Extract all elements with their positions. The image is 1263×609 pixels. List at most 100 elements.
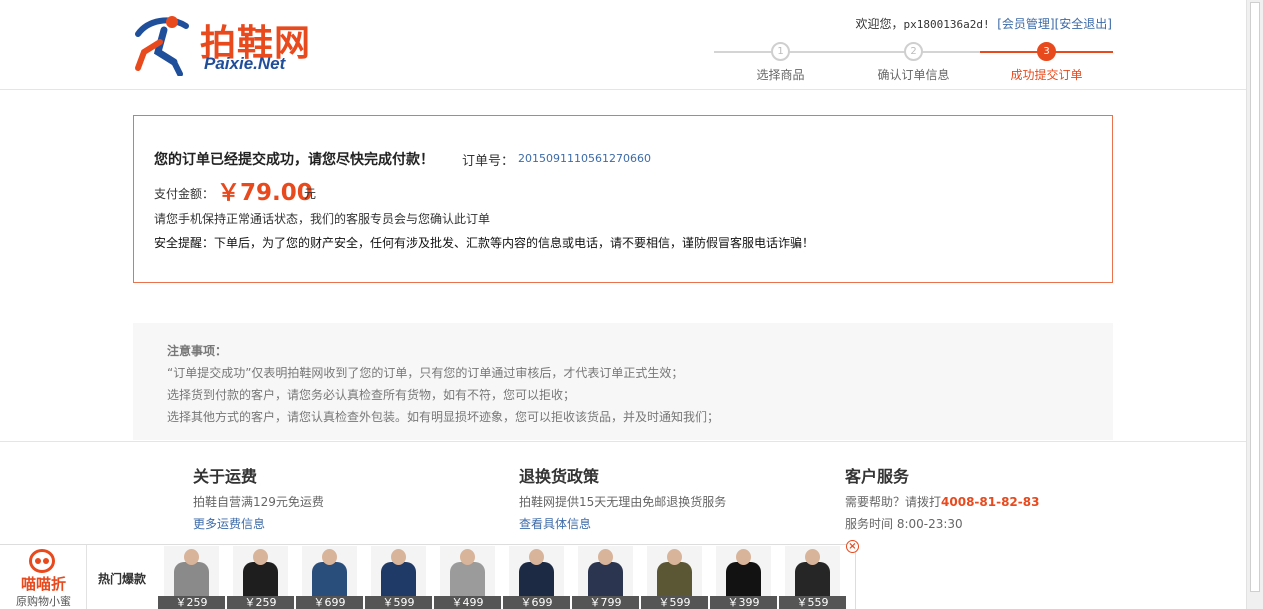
product-thumbnail[interactable]: ￥699: [296, 546, 363, 609]
product-image: [233, 546, 288, 596]
member-center-link[interactable]: [会员管理]: [997, 17, 1054, 31]
product-image: [785, 546, 840, 596]
payment-amount: ￥79.00: [217, 180, 313, 206]
product-thumbnail[interactable]: ￥599: [365, 546, 432, 609]
username: px1800136a2d!: [903, 18, 990, 31]
hot-products-bar: 喵喵折 原购物小蜜 热门爆款 ￥259 ￥259 ￥699 ￥599 ￥499 ￥699 ￥…: [0, 544, 856, 609]
footer-returns-text: 拍鞋网提供15天无理由免邮退换货服务: [519, 495, 727, 509]
brand-subtitle: 原购物小蜜: [16, 595, 71, 608]
product-price: ￥799: [572, 596, 639, 609]
step-submit-success: 3 成功提交订单: [980, 42, 1113, 86]
order-number-label: 订单号：: [462, 154, 515, 169]
model-head-shape: [736, 549, 751, 565]
jacket-shape: [243, 562, 278, 596]
footer-shipping-link[interactable]: 更多运费信息: [193, 515, 324, 532]
product-thumbnail[interactable]: ￥259: [227, 546, 294, 609]
product-price: ￥699: [503, 596, 570, 609]
product-image: [578, 546, 633, 596]
model-head-shape: [529, 549, 544, 565]
service-phone: 4008-81-82-83: [941, 495, 1040, 509]
footer-returns-title: 退换货政策: [519, 467, 600, 486]
order-success-title: 您的订单已经提交成功，请您尽快完成付款！: [154, 152, 434, 168]
product-price: ￥399: [710, 596, 777, 609]
model-head-shape: [391, 549, 406, 565]
service-help-text: 需要帮助？请拨打: [845, 495, 942, 509]
product-thumbnail[interactable]: ￥799: [572, 546, 639, 609]
model-head-shape: [598, 549, 613, 565]
model-head-shape: [184, 549, 199, 565]
product-thumbnail[interactable]: ￥699: [503, 546, 570, 609]
step-confirm-order: 2 确认订单信息: [847, 42, 980, 86]
product-price: ￥599: [641, 596, 708, 609]
brand-name: 喵喵折: [20, 575, 66, 593]
order-number: 2015091110561270660: [518, 152, 651, 165]
jacket-shape: [726, 562, 761, 596]
logo-text-en: Paixie.Net: [204, 54, 286, 73]
notes-line: 选择其他方式的客户，请您认真检查外包装。如有明显损坏迹象，您可以拒收该货品，并及…: [167, 410, 720, 424]
step-number: 2: [904, 42, 923, 61]
footer-shipping: 关于运费 拍鞋自营满129元免运费 更多运费信息: [193, 463, 324, 532]
welcome-text: 欢迎您，: [855, 17, 904, 31]
notes-panel: 注意事项： “订单提交成功”仅表明拍鞋网收到了您的订单，只有您的订单通过审核后，…: [133, 323, 1113, 440]
footer-divider: [0, 441, 1246, 442]
product-image: [647, 546, 702, 596]
welcome-bar: 欢迎您，px1800136a2d! [会员管理][安全退出]: [856, 15, 1113, 32]
product-image: [440, 546, 495, 596]
amount-unit: 元: [304, 187, 317, 201]
order-success-box: 您的订单已经提交成功，请您尽快完成付款！ 订单号： 20150911105612…: [133, 115, 1113, 283]
notes-line: “订单提交成功”仅表明拍鞋网收到了您的订单，只有您的订单通过审核后，才代表订单正…: [167, 366, 684, 380]
product-price: ￥599: [365, 596, 432, 609]
product-image: [302, 546, 357, 596]
site-logo[interactable]: 拍鞋网 Paixie.Net: [134, 12, 344, 76]
product-price: ￥699: [296, 596, 363, 609]
product-image: [716, 546, 771, 596]
product-image: [509, 546, 564, 596]
jacket-shape: [174, 562, 209, 596]
footer-shipping-title: 关于运费: [193, 467, 258, 486]
footer-service-title: 客户服务: [845, 467, 910, 486]
amount-label: 支付金额：: [154, 187, 215, 201]
page: 拍鞋网 Paixie.Net 欢迎您，px1800136a2d! [会员管理][…: [0, 0, 1263, 609]
scrollbar-thumb[interactable]: [1250, 2, 1260, 592]
footer-returns-link[interactable]: 查看具体信息: [519, 515, 726, 532]
header: 拍鞋网 Paixie.Net 欢迎您，px1800136a2d! [会员管理][…: [0, 0, 1246, 90]
footer-service-text: 需要帮助？请拨打4008-81-82-83: [845, 493, 1039, 510]
service-hours: 服务时间 8:00-23:30: [845, 517, 963, 531]
footer-service: 客户服务 需要帮助？请拨打4008-81-82-83 服务时间 8:00-23:…: [845, 463, 1039, 532]
jacket-shape: [519, 562, 554, 596]
product-image: [371, 546, 426, 596]
vertical-scrollbar[interactable]: [1246, 0, 1263, 609]
notes-line: 选择货到付款的客户，请您务必认真检查所有货物，如有不符，您可以拒收；: [167, 388, 576, 402]
step-label: 确认订单信息: [877, 68, 950, 82]
product-image: [164, 546, 219, 596]
product-price: ￥259: [227, 596, 294, 609]
order-progress-steps: 1 选择商品 2 确认订单信息 3 成功提交订单: [714, 42, 1113, 86]
miaomiaozhe-logo[interactable]: 喵喵折 原购物小蜜: [0, 545, 87, 609]
model-head-shape: [667, 549, 682, 565]
close-icon[interactable]: ×: [846, 540, 859, 553]
product-thumbnail[interactable]: ￥399: [710, 546, 777, 609]
notes-title: 注意事项：: [167, 344, 228, 358]
product-thumbnail[interactable]: ￥599: [641, 546, 708, 609]
cat-face-icon: [29, 549, 55, 573]
runner-logo-icon: [135, 16, 189, 76]
jacket-shape: [312, 562, 347, 596]
footer-returns: 退换货政策 拍鞋网提供15天无理由免邮退换货服务 查看具体信息: [519, 463, 726, 532]
jacket-shape: [588, 562, 623, 596]
jacket-shape: [657, 562, 692, 596]
product-thumbnail[interactable]: ￥559: [779, 546, 846, 609]
step-select-goods: 1 选择商品: [714, 42, 847, 86]
step-number: 3: [1037, 42, 1056, 61]
hot-products-label: 热门爆款: [98, 572, 147, 586]
jacket-shape: [381, 562, 416, 596]
model-head-shape: [805, 549, 820, 565]
logout-link[interactable]: [安全退出]: [1055, 17, 1112, 31]
model-head-shape: [322, 549, 337, 565]
jacket-shape: [795, 562, 830, 596]
footer-shipping-text: 拍鞋自营满129元免运费: [193, 495, 324, 509]
product-price: ￥499: [434, 596, 501, 609]
model-head-shape: [253, 549, 268, 565]
security-reminder: 安全提醒：下单后，为了您的财产安全，任何有涉及批发、汇款等内容的信息或电话，请不…: [154, 236, 815, 250]
product-thumbnail[interactable]: ￥499: [434, 546, 501, 609]
product-thumbnail[interactable]: ￥259: [158, 546, 225, 609]
